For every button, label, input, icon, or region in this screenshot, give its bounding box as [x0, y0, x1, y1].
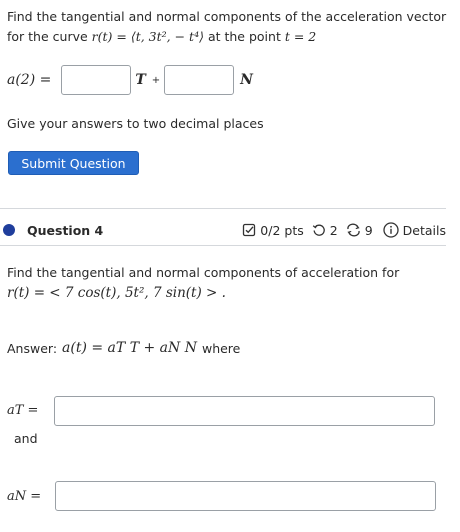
answer-suffix: where — [201, 340, 241, 356]
question-4-prompt: Find the tangential and normal component… — [7, 263, 447, 303]
question-status-dot — [3, 224, 15, 236]
plus-sign: + — [151, 74, 161, 86]
acceleration-answer-row: a(2) = T + N — [7, 64, 253, 96]
answer-prefix: Answer: — [7, 340, 58, 356]
divider — [0, 245, 446, 246]
unit-normal-symbol: N — [240, 72, 253, 88]
info-icon[interactable] — [383, 222, 399, 238]
details-link[interactable]: Details — [403, 223, 446, 238]
decimal-places-note: Give your answers to two decimal places — [7, 116, 264, 131]
retries-count: 2 — [329, 222, 338, 238]
curve-expression: r(t) = ⟨t, 3t², − t⁴⟩ — [91, 29, 204, 44]
question-meta: 0/2 pts 2 9 Details — [242, 222, 446, 238]
acceleration-lhs: a(2) = — [7, 72, 52, 88]
checkbox-check-icon — [242, 223, 256, 237]
question-3-prompt: Find the tangential and normal component… — [7, 7, 452, 47]
answer-form-statement: Answer: a(t) = aT T + aN N where — [7, 340, 240, 356]
tangential-label: aT = — [7, 403, 39, 418]
point-expression: t = 2 — [284, 29, 317, 44]
normal-acceleration-input[interactable] — [55, 481, 436, 511]
question-4-header: Question 4 0/2 pts 2 9 Details — [0, 218, 446, 242]
curve-expression: r(t) = < 7 cos(t), 5t², 7 sin(t) > . — [7, 285, 226, 301]
normal-component-input[interactable] — [164, 65, 235, 95]
refresh-icon — [346, 223, 361, 237]
and-label: and — [14, 431, 38, 446]
normal-label: aN = — [7, 489, 42, 504]
answer-expression: a(t) = aT T + aN N — [62, 340, 197, 356]
attempts-count: 9 — [364, 222, 373, 238]
divider — [0, 208, 446, 209]
question-title: Question 4 — [27, 222, 104, 238]
tangential-component-input[interactable] — [61, 65, 132, 95]
tangential-acceleration-input[interactable] — [54, 396, 435, 426]
points-label: 0/2 pts — [260, 222, 304, 238]
unit-tangent-symbol: T — [135, 72, 146, 88]
retry-icon — [312, 223, 326, 237]
prompt-mid-text: at the point — [207, 29, 281, 44]
submit-question-button[interactable]: Submit Question — [8, 151, 139, 175]
prompt-text: Find the tangential and normal component… — [7, 265, 400, 280]
